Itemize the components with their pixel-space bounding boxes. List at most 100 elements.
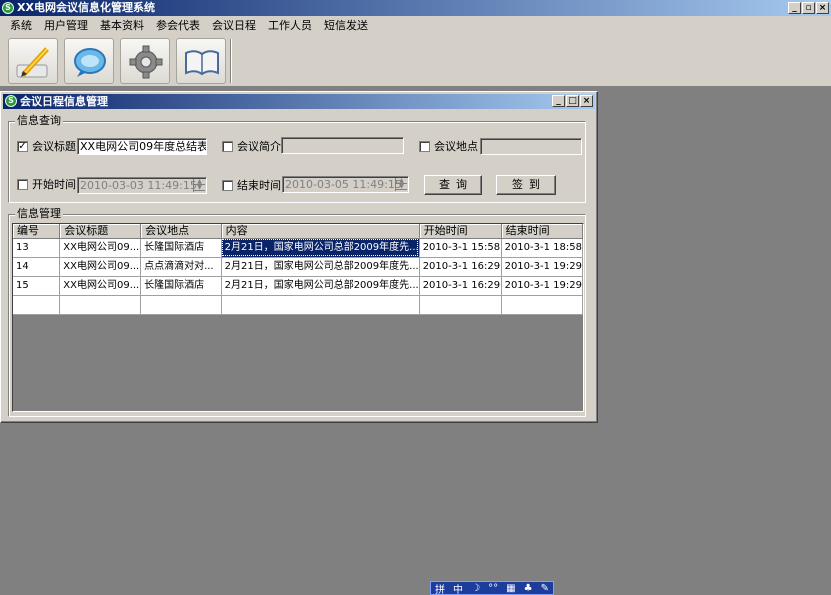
table-cell[interactable]: 长隆国际酒店 xyxy=(140,238,222,258)
ime-punct-icon[interactable]: °° xyxy=(488,583,498,594)
menu-system[interactable]: 系统 xyxy=(4,16,38,35)
start-time-spinner[interactable]: ▲ ▼ xyxy=(193,179,205,192)
chat-bubble-icon xyxy=(74,48,106,77)
location-input[interactable] xyxy=(480,138,582,155)
start-time-checkbox[interactable] xyxy=(17,179,28,190)
menu-basic-data[interactable]: 基本资料 xyxy=(94,16,150,35)
menu-sms[interactable]: 短信发送 xyxy=(318,16,374,35)
ime-tools-icon[interactable]: ♣ xyxy=(524,583,533,594)
table-cell[interactable]: 长隆国际酒店 xyxy=(140,276,222,296)
table-cell[interactable]: 15 xyxy=(13,276,61,296)
toolbar-pencil-button[interactable] xyxy=(8,38,58,84)
ime-keyboard-icon[interactable]: ▦ xyxy=(506,583,515,594)
menu-staff[interactable]: 工作人员 xyxy=(262,16,318,35)
table-cell-selected[interactable]: 2月21日，国家电网公司总部2009年度先... xyxy=(221,238,420,258)
column-header-location[interactable]: 会议地点 xyxy=(140,224,222,239)
table-cell[interactable]: 2010-3-1 19:29 xyxy=(501,276,583,296)
gear-icon xyxy=(129,45,163,79)
table-row-new[interactable] xyxy=(13,295,583,315)
start-time-label: 开始时间 xyxy=(32,178,76,191)
title-label: 会议标题 xyxy=(32,140,76,153)
ime-chinese-icon[interactable]: 中 xyxy=(453,581,463,595)
menu-user-management[interactable]: 用户管理 xyxy=(38,16,94,35)
table-cell[interactable]: 2010-3-1 18:58 xyxy=(501,238,583,258)
table-cell[interactable]: 13 xyxy=(13,238,61,258)
table-row[interactable]: 15 XX电网公司09... 长隆国际酒店 2月21日，国家电网公司总部2009… xyxy=(13,276,583,296)
ime-moon-icon[interactable]: ☽ xyxy=(471,583,480,594)
toolbar-chat-button[interactable] xyxy=(64,38,114,84)
pencil-icon xyxy=(16,47,49,78)
menu-meeting-schedule[interactable]: 会议日程 xyxy=(206,16,262,35)
child-title-bar[interactable]: S 会议日程信息管理 _ □ × xyxy=(3,94,595,109)
manage-group-legend: 信息管理 xyxy=(15,207,63,220)
table-cell[interactable]: XX电网公司09... xyxy=(59,257,142,277)
meeting-schedule-window: S 会议日程信息管理 _ □ × 信息查询 ✓ 会议标题 XX电网公司09年度总… xyxy=(0,91,598,423)
table-cell[interactable] xyxy=(221,295,420,315)
table-cell[interactable] xyxy=(13,295,61,315)
summary-checkbox[interactable] xyxy=(222,141,233,152)
column-header-content[interactable]: 内容 xyxy=(221,224,420,239)
app-title-bar[interactable]: S XX电网会议信息化管理系统 _ ▫ × xyxy=(0,0,831,16)
child-maximize-button[interactable]: □ xyxy=(566,95,579,107)
end-time-picker[interactable]: 2010-03-05 11:49:15 ▲ ▼ xyxy=(282,176,409,193)
schedule-grid[interactable]: 编号 会议标题 会议地点 内容 开始时间 结束时间 13 XX电网公司09...… xyxy=(12,223,584,412)
ime-language-bar[interactable]: 拼 中 ☽ °° ▦ ♣ ✎ xyxy=(430,581,554,595)
spin-down-icon: ▼ xyxy=(396,184,407,190)
query-button[interactable]: 查询 xyxy=(424,175,482,195)
table-cell[interactable]: 2010-3-1 16:29 xyxy=(419,257,502,277)
end-time-spinner[interactable]: ▲ ▼ xyxy=(395,178,407,191)
table-header-row: 编号 会议标题 会议地点 内容 开始时间 结束时间 xyxy=(13,224,583,239)
start-time-value: 2010-03-03 11:49:15 xyxy=(80,179,197,192)
table-cell[interactable]: 点点滴滴对对... xyxy=(140,257,222,277)
table-row[interactable]: 14 XX电网公司09... 点点滴滴对对... 2月21日，国家电网公司总部2… xyxy=(13,257,583,277)
window-logo-icon: S xyxy=(5,95,17,107)
ime-mode-icon[interactable]: 拼 xyxy=(435,581,445,595)
table-cell[interactable] xyxy=(501,295,583,315)
title-checkbox[interactable]: ✓ xyxy=(17,141,28,152)
open-book-icon xyxy=(185,50,219,76)
table-cell[interactable] xyxy=(140,295,222,315)
minimize-button[interactable]: _ xyxy=(788,2,801,14)
end-time-label: 结束时间 xyxy=(237,179,281,192)
table-cell[interactable]: XX电网公司09... xyxy=(59,238,142,258)
close-button[interactable]: × xyxy=(816,2,829,14)
location-checkbox[interactable] xyxy=(419,141,430,152)
column-header-id[interactable]: 编号 xyxy=(13,224,61,239)
query-group: 信息查询 ✓ 会议标题 XX电网公司09年度总结表彰大 会议简介 会议地点 开始… xyxy=(8,115,586,203)
menu-delegates[interactable]: 参会代表 xyxy=(150,16,206,35)
summary-input[interactable] xyxy=(281,137,404,154)
child-minimize-button[interactable]: _ xyxy=(552,95,565,107)
table-cell[interactable]: 2月21日，国家电网公司总部2009年度先... xyxy=(221,276,420,296)
table-cell[interactable]: 2010-3-1 16:29 xyxy=(419,276,502,296)
column-header-end-time[interactable]: 结束时间 xyxy=(501,224,583,239)
column-header-title[interactable]: 会议标题 xyxy=(59,224,142,239)
toolbar-separator xyxy=(230,39,232,83)
table-cell[interactable] xyxy=(419,295,502,315)
child-close-button[interactable]: × xyxy=(580,95,593,107)
restore-button[interactable]: ▫ xyxy=(802,2,815,14)
end-time-value: 2010-03-05 11:49:15 xyxy=(285,178,402,191)
query-group-legend: 信息查询 xyxy=(15,114,63,127)
summary-label: 会议简介 xyxy=(237,140,281,153)
toolbar-settings-button[interactable] xyxy=(120,38,170,84)
start-time-picker[interactable]: 2010-03-03 11:49:15 ▲ ▼ xyxy=(77,177,207,194)
column-header-start-time[interactable]: 开始时间 xyxy=(419,224,502,239)
table-cell[interactable]: 2010-3-1 15:58 xyxy=(419,238,502,258)
ime-settings-icon[interactable]: ✎ xyxy=(541,583,549,594)
table-cell[interactable]: 14 xyxy=(13,257,61,277)
signin-button[interactable]: 签到 xyxy=(496,175,556,195)
title-input[interactable]: XX电网公司09年度总结表彰大 xyxy=(77,138,207,155)
table-cell[interactable]: 2010-3-1 19:29 xyxy=(501,257,583,277)
toolbar xyxy=(0,35,831,87)
table-cell[interactable]: 2月21日，国家电网公司总部2009年度先... xyxy=(221,257,420,277)
toolbar-book-button[interactable] xyxy=(176,38,226,84)
spin-down-icon: ▼ xyxy=(194,185,205,191)
table-cell[interactable] xyxy=(59,295,142,315)
table-row[interactable]: 13 XX电网公司09... 长隆国际酒店 2月21日，国家电网公司总部2009… xyxy=(13,238,583,258)
location-label: 会议地点 xyxy=(434,140,478,153)
menu-bar: 系统 用户管理 基本资料 参会代表 会议日程 工作人员 短信发送 xyxy=(0,16,831,35)
end-time-checkbox[interactable] xyxy=(222,180,233,191)
app-title: XX电网会议信息化管理系统 xyxy=(17,1,155,14)
table-cell[interactable]: XX电网公司09... xyxy=(59,276,142,296)
child-title: 会议日程信息管理 xyxy=(20,95,108,108)
